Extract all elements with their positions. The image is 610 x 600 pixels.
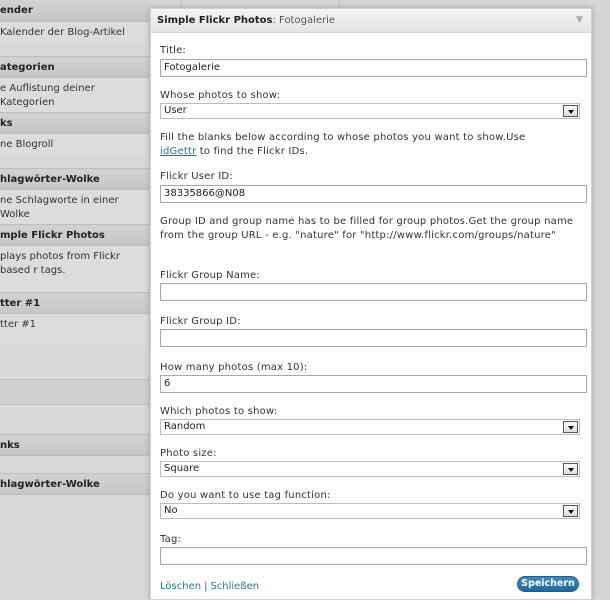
help-text: Fill the blanks below according to whose… [160,132,526,143]
available-widgets-list: ender Kalender der Blog-Artikel ategorie… [0,0,149,600]
delete-link[interactable]: Löschen [160,581,201,592]
chevron-down-icon[interactable] [563,105,578,117]
photo-size-value: Square [164,463,200,474]
flickr-user-id-input[interactable]: 38335866@N08 [160,185,587,203]
widget-description: plays photos from Flickr based r tags. [0,246,149,292]
widget-simple-flickr-photos[interactable]: mple Flickr Photos plays photos from Fli… [0,224,149,292]
sidebar-widget-links[interactable]: nks [0,434,149,456]
widget-title: mple Flickr Photos [0,224,149,246]
photo-count-label: How many photos (max 10): [160,362,308,373]
tag-function-value: No [164,505,178,516]
save-button[interactable]: Speichern [517,576,579,592]
panel-title: Simple Flickr Photos [157,15,273,26]
widget-title: ender [0,0,149,22]
which-photos-select[interactable]: Random [160,419,580,435]
widget-settings-panel: Simple Flickr Photos: Fotogalerie ▼ Titl… [150,8,592,600]
chevron-down-icon[interactable] [563,421,578,433]
widget-description: Kalender der Blog-Artikel [0,22,149,44]
chevron-down-icon[interactable] [563,505,578,517]
tag-function-select[interactable]: No [160,503,580,519]
widget-title: hlagwörter-Wolke [0,168,149,190]
link-separator: | [204,581,208,592]
widget-title: hlagwörter-Wolke [0,473,149,495]
widget-links[interactable]: ks ne Blogroll [0,112,149,156]
panel-header[interactable]: Simple Flickr Photos: Fotogalerie ▼ [151,9,591,33]
title-label: Title: [160,45,186,56]
widget-description: ne Blogroll [0,134,149,156]
photo-count-input[interactable]: 6 [160,375,587,393]
idgettr-link[interactable]: idGettr [160,146,196,157]
sidebar-widget-tag-cloud[interactable]: hlagwörter-Wolke [0,473,149,495]
flickr-group-id-input[interactable] [160,329,587,347]
widget-description: e Auflistung deiner Kategorien [0,78,149,114]
panel-subtitle: : Fotogalerie [272,15,336,26]
which-photos-label: Which photos to show: [160,406,278,417]
panel-footer-links: Löschen | Schließen [160,581,259,592]
which-photos-value: Random [164,421,206,432]
widget-description: ne Schlagworte in einer Wolke [0,190,149,226]
flickr-user-id-label: Flickr User ID: [160,171,233,182]
whose-photos-select[interactable]: User [160,103,580,119]
widget-title: ategorien [0,56,149,78]
close-link[interactable]: Schließen [210,581,259,592]
whose-photos-value: User [164,105,187,116]
sidebar-divider [0,379,149,405]
tag-input[interactable] [160,547,587,565]
flickr-group-name-label: Flickr Group Name: [160,270,260,281]
widget-title: nks [0,434,149,456]
flickr-group-name-input[interactable] [160,283,587,301]
widget-twitter[interactable]: tter #1 tter #1 [0,292,149,346]
widget-title: tter #1 [0,292,149,314]
collapse-arrow-icon[interactable]: ▼ [576,9,583,32]
tag-function-label: Do you want to use tag function: [160,490,331,501]
widget-title: ks [0,112,149,134]
photo-size-select[interactable]: Square [160,461,580,477]
chevron-down-icon[interactable] [563,463,578,475]
widget-tag-cloud[interactable]: hlagwörter-Wolke ne Schlagworte in einer… [0,168,149,226]
whose-photos-label: Whose photos to show: [160,90,281,101]
widget-description: tter #1 [0,314,149,346]
group-help: Group ID and group name has to be filled… [160,216,574,241]
flickr-group-id-label: Flickr Group ID: [160,316,241,327]
photo-size-label: Photo size: [160,448,217,459]
widget-calendar[interactable]: ender Kalender der Blog-Artikel [0,0,149,44]
flickr-id-help: Fill the blanks below according to whose… [160,131,585,159]
help-text-after: to find the Flickr IDs. [196,146,309,157]
widget-categories[interactable]: ategorien e Auflistung deiner Kategorien [0,56,149,114]
tag-label: Tag: [160,534,182,545]
title-input[interactable]: Fotogalerie [160,59,587,77]
